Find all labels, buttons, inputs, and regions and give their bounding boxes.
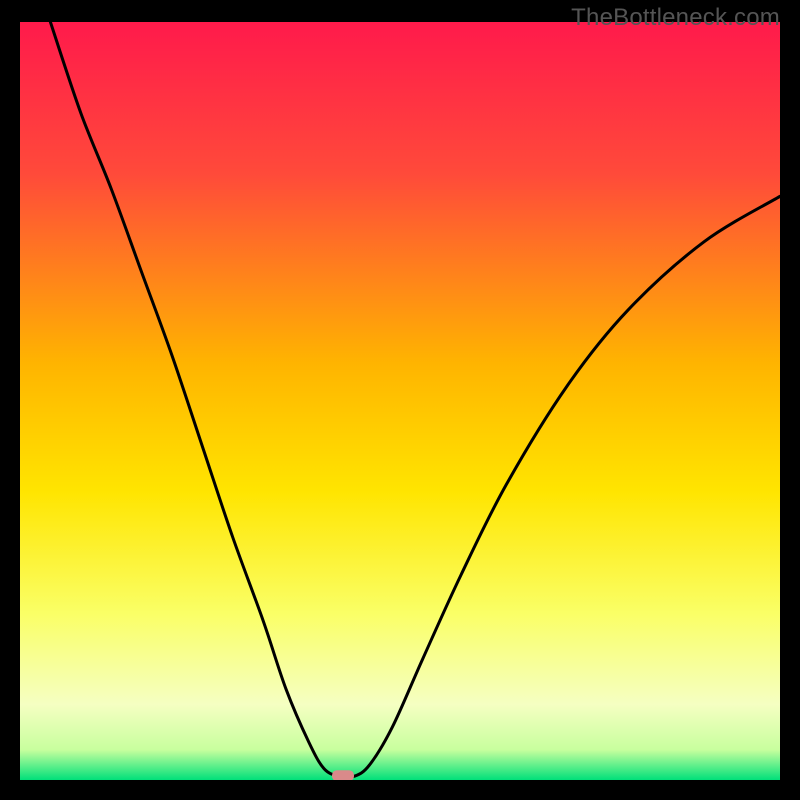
bottleneck-chart xyxy=(0,0,800,800)
optimal-marker xyxy=(332,770,354,781)
chart-frame: TheBottleneck.com xyxy=(0,0,800,800)
gradient-background xyxy=(20,22,780,780)
watermark-text: TheBottleneck.com xyxy=(571,4,780,32)
